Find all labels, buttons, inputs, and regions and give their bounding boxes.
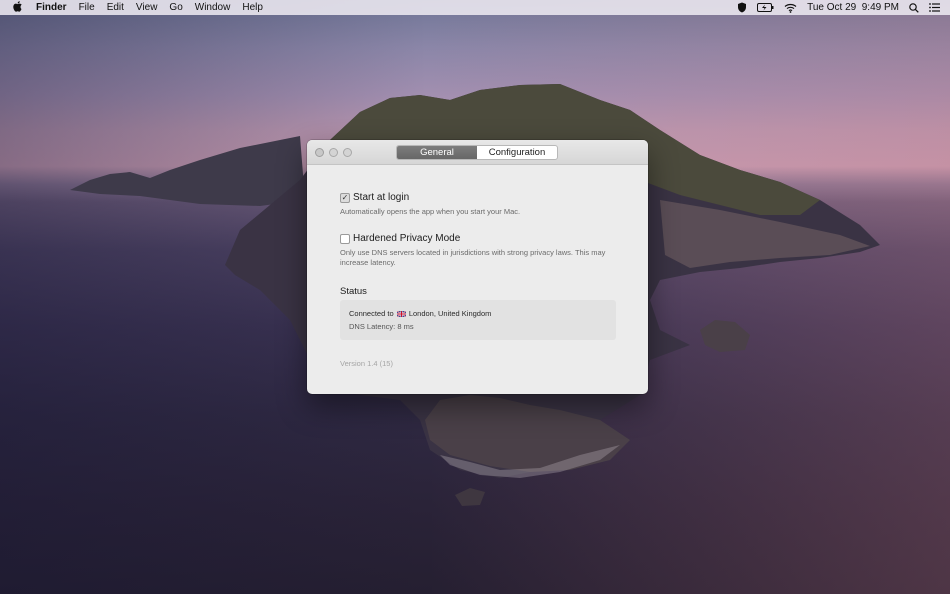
menu-window[interactable]: Window bbox=[189, 2, 237, 13]
hardened-privacy-option: Hardened Privacy Mode Only use DNS serve… bbox=[340, 233, 610, 268]
start-at-login-option: ✓ Start at login Automatically opens the… bbox=[340, 192, 610, 217]
tab-general[interactable]: General bbox=[397, 146, 477, 159]
minimize-button[interactable] bbox=[329, 148, 338, 157]
menu-edit[interactable]: Edit bbox=[101, 2, 130, 13]
preferences-window: General Configuration ✓ Start at login A… bbox=[307, 140, 648, 394]
shield-icon[interactable] bbox=[737, 2, 747, 13]
connected-prefix: Connected to bbox=[349, 309, 394, 318]
zoom-button[interactable] bbox=[343, 148, 352, 157]
start-at-login-description: Automatically opens the app when you sta… bbox=[340, 207, 521, 216]
tab-configuration[interactable]: Configuration bbox=[477, 146, 557, 159]
status-heading: Status bbox=[340, 286, 367, 297]
start-at-login-checkbox[interactable]: ✓ bbox=[340, 192, 350, 203]
clock[interactable]: Tue Oct 29 9:49 PM bbox=[807, 2, 899, 13]
search-icon[interactable] bbox=[909, 2, 919, 13]
version-label: Version 1.4 (15) bbox=[340, 359, 393, 368]
hardened-privacy-description: Only use DNS servers located in jurisdic… bbox=[340, 248, 606, 267]
menu-help[interactable]: Help bbox=[236, 2, 269, 13]
start-at-login-row[interactable]: ✓ Start at login bbox=[340, 192, 610, 203]
title-bar[interactable]: General Configuration bbox=[307, 140, 648, 165]
dns-latency: DNS Latency: 8 ms bbox=[349, 322, 414, 331]
menu-bar: Finder File Edit View Go Window Help Tue… bbox=[0, 0, 950, 15]
connection-status: Connected to London, United Kingdom bbox=[349, 309, 607, 318]
apple-menu-icon[interactable] bbox=[0, 0, 36, 15]
status-panel: Connected to London, United Kingdom DNS … bbox=[340, 300, 616, 340]
close-button[interactable] bbox=[315, 148, 324, 157]
menu-file[interactable]: File bbox=[73, 2, 101, 13]
tab-segmented-control: General Configuration bbox=[396, 145, 558, 160]
traffic-lights bbox=[315, 148, 357, 157]
wifi-icon[interactable] bbox=[784, 3, 797, 13]
hardened-privacy-checkbox[interactable] bbox=[340, 233, 350, 244]
start-at-login-label[interactable]: Start at login bbox=[353, 192, 409, 203]
hardened-privacy-label[interactable]: Hardened Privacy Mode bbox=[353, 233, 460, 244]
menu-go[interactable]: Go bbox=[163, 2, 188, 13]
uk-flag-icon bbox=[396, 310, 406, 317]
connected-location: London, United Kingdom bbox=[408, 309, 492, 318]
list-icon[interactable] bbox=[929, 3, 940, 12]
battery-icon[interactable] bbox=[757, 3, 774, 12]
hardened-privacy-row[interactable]: Hardened Privacy Mode bbox=[340, 233, 610, 244]
menu-view[interactable]: View bbox=[130, 2, 164, 13]
menu-app-name[interactable]: Finder bbox=[36, 2, 73, 13]
